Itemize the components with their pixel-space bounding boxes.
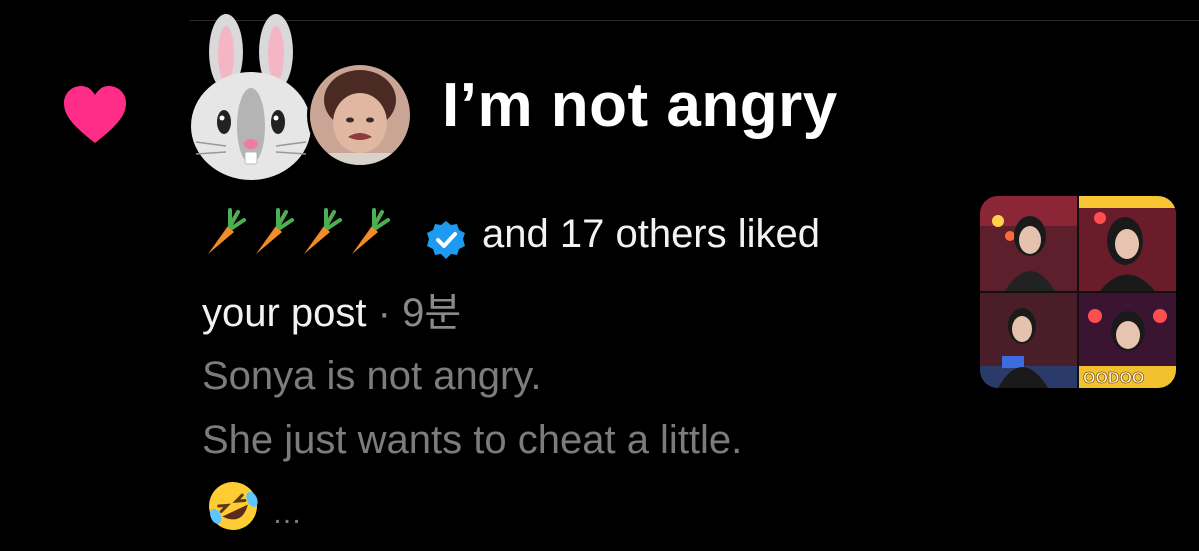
post-preview-line-2: She just wants to cheat a little.	[202, 418, 743, 462]
heart-icon	[64, 86, 126, 143]
carrot-icon	[352, 208, 390, 254]
more-ellipsis: …	[272, 497, 302, 530]
carrot-icon	[208, 208, 246, 254]
child-photo-icon	[310, 65, 410, 165]
rolling-laughing-emoji-icon	[209, 482, 258, 530]
top-divider	[190, 20, 1199, 21]
carrot-emojis	[208, 208, 390, 254]
notification-title: I’m not angry	[442, 71, 838, 140]
carrot-icon	[304, 208, 342, 254]
post-thumbnail[interactable]: OODOO	[980, 196, 1176, 388]
liked-by-text-continued: your post · 9분	[202, 280, 461, 338]
collage-image-icon: OODOO	[980, 196, 1176, 388]
your-post-link[interactable]: your post	[202, 291, 367, 335]
rabbit-avatar-icon[interactable]	[186, 14, 316, 184]
post-preview-line-1: Sonya is not angry.	[202, 354, 542, 398]
verified-badge-icon	[427, 221, 465, 259]
timestamp: 9분	[402, 291, 462, 335]
liked-by-text: and 17 others liked	[482, 212, 821, 256]
svg-text:OODOO: OODOO	[1083, 370, 1144, 387]
carrot-icon	[256, 208, 294, 254]
user-avatar-photo[interactable]	[307, 62, 413, 168]
separator-dot: ·	[366, 291, 403, 335]
